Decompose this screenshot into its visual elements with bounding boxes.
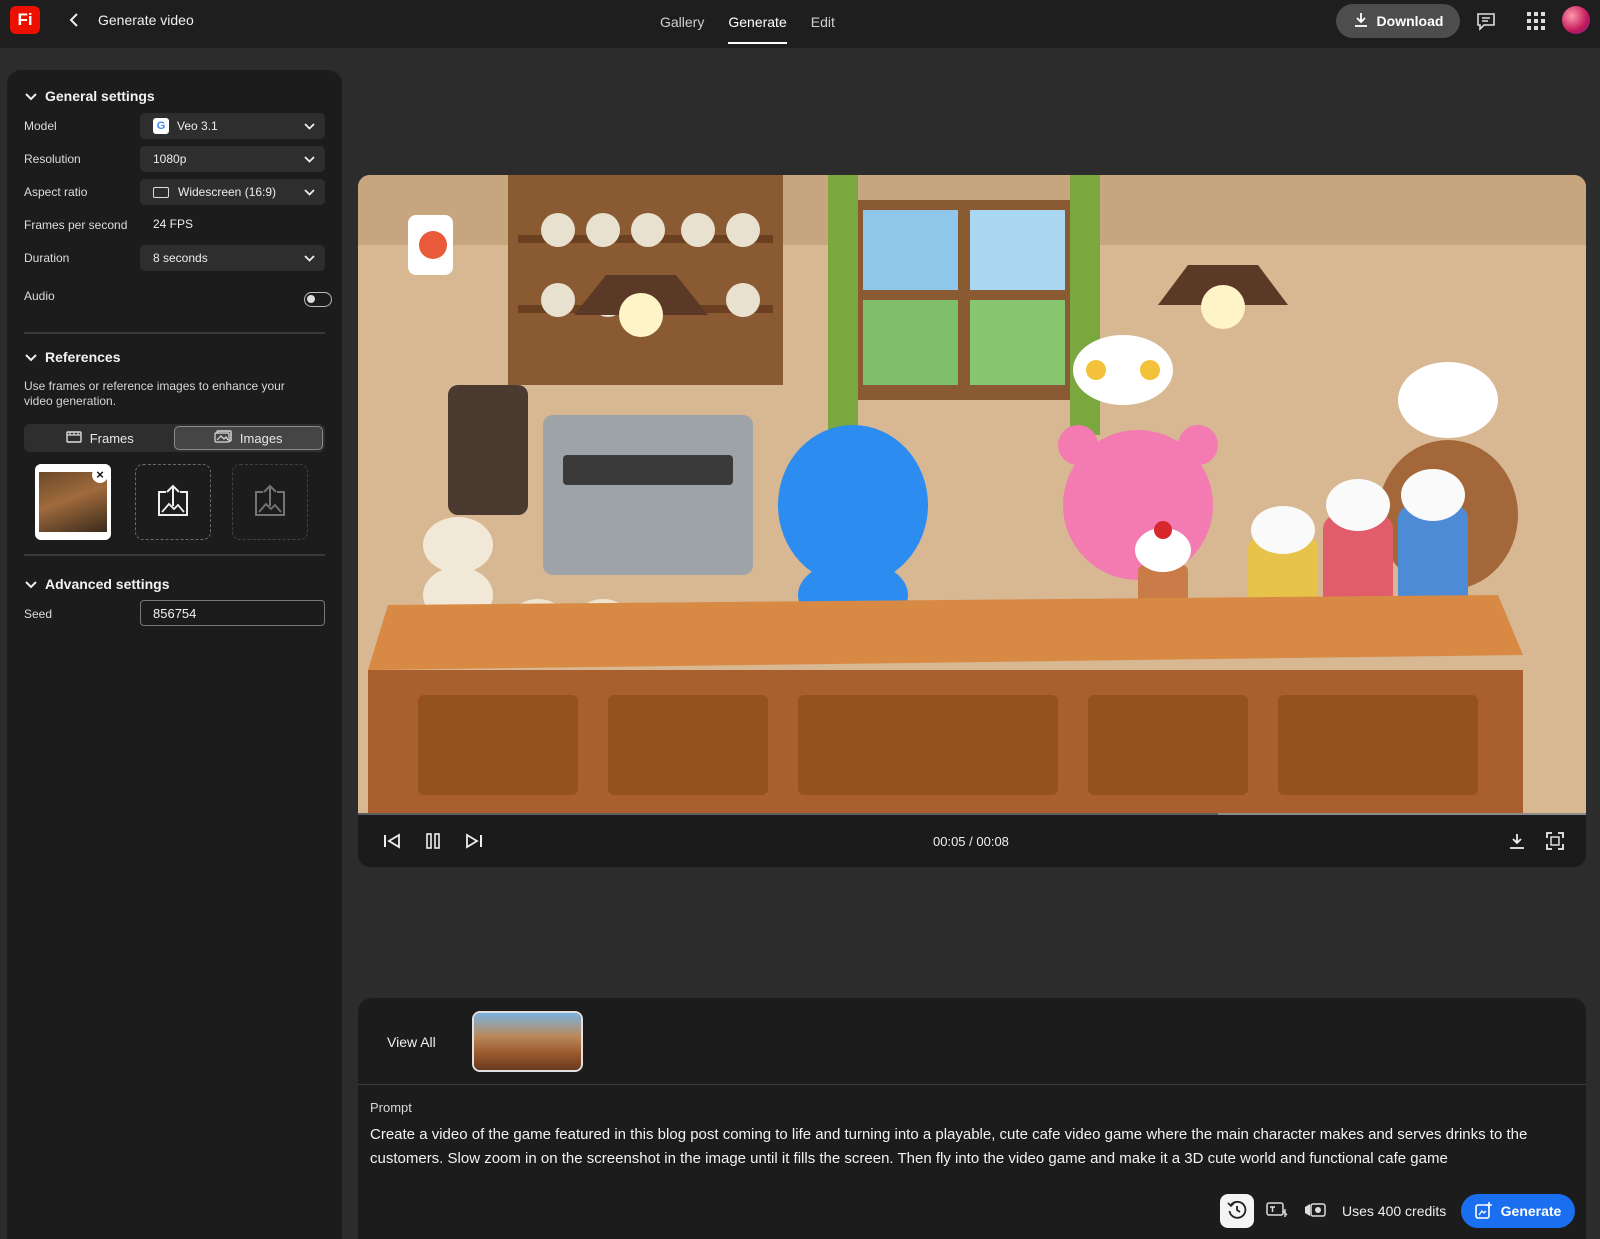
widescreen-icon xyxy=(153,186,169,198)
prompt-label: Prompt xyxy=(370,1100,412,1115)
general-settings-title: General settings xyxy=(45,88,155,104)
video-timecode: 00:05 / 00:08 xyxy=(933,834,1009,849)
frames-label: Frames xyxy=(89,430,134,446)
chat-icon[interactable] xyxy=(1474,9,1498,33)
prompt-textarea[interactable]: Create a video of the game featured in t… xyxy=(370,1123,1570,1171)
chevron-down-icon xyxy=(25,576,37,592)
upload-image-slot-disabled xyxy=(232,464,308,540)
skip-forward-icon[interactable] xyxy=(462,829,486,853)
images-tab[interactable]: Images xyxy=(173,426,323,450)
references-mode-switch: Frames Images xyxy=(24,424,325,452)
references-description: Use frames or reference images to enhanc… xyxy=(24,379,285,408)
video-frame xyxy=(358,175,1586,815)
seed-input[interactable] xyxy=(140,600,325,626)
generate-label: Generate xyxy=(1500,1203,1562,1219)
images-label: Images xyxy=(239,430,283,446)
model-select[interactable]: G Veo 3.1 xyxy=(140,113,325,139)
image-upload-icon xyxy=(154,482,192,523)
app-logo-text: Fi xyxy=(17,10,33,29)
chevron-down-icon xyxy=(304,251,315,265)
frames-tab[interactable]: Frames xyxy=(26,426,174,450)
aspect-ratio-label: Aspect ratio xyxy=(24,185,88,199)
audio-toggle[interactable] xyxy=(304,292,332,307)
aspect-ratio-select[interactable]: Widescreen (16:9) xyxy=(140,179,325,205)
audio-label: Audio xyxy=(24,289,55,303)
fps-value: 24 FPS xyxy=(153,217,194,231)
download-icon xyxy=(1353,12,1369,31)
tab-generate[interactable]: Generate xyxy=(728,14,787,44)
history-button[interactable] xyxy=(1220,1194,1254,1228)
history-icon xyxy=(1227,1200,1247,1223)
divider xyxy=(358,1084,1586,1085)
video-controls: 00:05 / 00:08 xyxy=(358,815,1586,867)
reference-image-thumbnail[interactable]: × xyxy=(35,464,111,540)
chevron-down-icon xyxy=(304,119,315,133)
model-value: Veo 3.1 xyxy=(177,119,218,133)
seed-label: Seed xyxy=(24,607,53,621)
apps-grid-icon[interactable] xyxy=(1524,9,1548,33)
references-header[interactable]: References xyxy=(25,349,121,365)
chevron-down-icon xyxy=(25,88,37,104)
image-upload-icon xyxy=(251,482,289,523)
app-logo[interactable]: Fi xyxy=(10,6,40,34)
chevron-down-icon xyxy=(304,152,315,166)
top-bar: Fi Generate video Gallery Generate Edit … xyxy=(0,0,1600,48)
chevron-down-icon xyxy=(25,349,37,365)
divider xyxy=(24,332,325,334)
fullscreen-icon[interactable] xyxy=(1543,829,1567,853)
back-icon[interactable] xyxy=(64,10,84,30)
generate-icon xyxy=(1474,1201,1493,1222)
pause-icon[interactable] xyxy=(421,829,445,853)
model-label: Model xyxy=(24,119,57,133)
duration-value: 8 seconds xyxy=(153,251,208,265)
resolution-value: 1080p xyxy=(153,152,187,166)
text-image-icon xyxy=(1266,1201,1288,1222)
video-camera-button[interactable] xyxy=(1298,1194,1332,1228)
settings-panel: General settings Model G Veo 3.1 Resolut… xyxy=(7,70,342,1239)
upload-image-slot[interactable] xyxy=(135,464,211,540)
resolution-label: Resolution xyxy=(24,152,81,166)
video-camera-icon xyxy=(1304,1202,1326,1221)
resolution-select[interactable]: 1080p xyxy=(140,146,325,172)
avatar[interactable] xyxy=(1562,6,1590,34)
generate-button[interactable]: Generate xyxy=(1461,1194,1575,1228)
chevron-down-icon xyxy=(304,185,315,199)
fps-label: Frames per second xyxy=(24,218,128,232)
images-icon xyxy=(214,430,232,446)
advanced-settings-header[interactable]: Advanced settings xyxy=(25,576,169,592)
page-title: Generate video xyxy=(98,12,194,28)
prompt-enhance-button[interactable] xyxy=(1260,1194,1294,1228)
download-button[interactable]: Download xyxy=(1336,4,1460,38)
download-icon[interactable] xyxy=(1505,829,1529,853)
skip-back-icon[interactable] xyxy=(380,829,404,853)
credits-text: Uses 400 credits xyxy=(1342,1203,1447,1219)
main-tabs: Gallery Generate Edit xyxy=(660,14,835,44)
google-icon: G xyxy=(153,118,169,134)
prompt-panel: View All Prompt Create a video of the ga… xyxy=(358,998,1586,1239)
advanced-settings-title: Advanced settings xyxy=(45,576,170,592)
close-icon[interactable]: × xyxy=(92,467,108,483)
video-player[interactable]: 00:05 / 00:08 xyxy=(358,175,1586,867)
references-title: References xyxy=(45,349,121,365)
tab-edit[interactable]: Edit xyxy=(811,14,835,44)
general-settings-header[interactable]: General settings xyxy=(25,88,155,104)
generation-thumbnail[interactable] xyxy=(472,1011,583,1072)
download-label: Download xyxy=(1376,13,1444,29)
duration-select[interactable]: 8 seconds xyxy=(140,245,325,271)
aspect-ratio-value: Widescreen (16:9) xyxy=(178,185,277,199)
view-all-link[interactable]: View All xyxy=(387,1034,436,1050)
duration-label: Duration xyxy=(24,251,70,265)
frames-icon xyxy=(66,430,82,446)
divider xyxy=(24,554,325,556)
tab-gallery[interactable]: Gallery xyxy=(660,14,704,44)
